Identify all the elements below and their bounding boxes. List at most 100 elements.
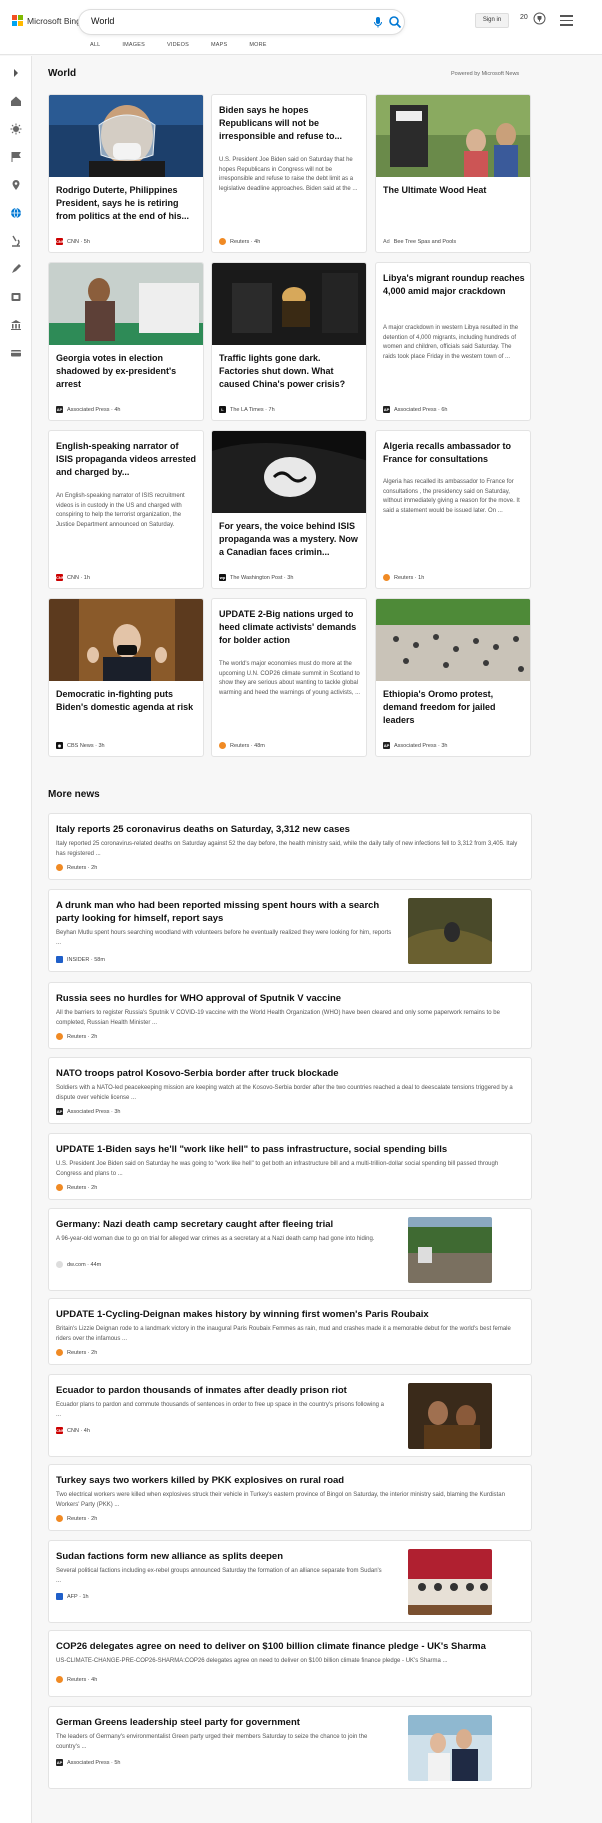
news-card[interactable]: Ethiopia's Oromo protest, demand freedom… — [375, 598, 531, 757]
card-snippet: Algeria has recalled its ambassador to F… — [383, 479, 520, 514]
news-snippet: Ecuador plans to pardon and commute thou… — [56, 1402, 385, 1418]
news-title[interactable]: UPDATE 1-Cycling-Deignan makes history b… — [56, 1308, 429, 1321]
card-snippet: An English-speaking narrator of ISIS rec… — [56, 493, 185, 528]
news-item[interactable]: A drunk man who had been reported missin… — [48, 889, 532, 972]
biden-photo — [49, 599, 203, 681]
news-title[interactable]: A drunk man who had been reported missin… — [56, 899, 396, 925]
news-card[interactable]: Libya's migrant roundup reaches 4,000 am… — [375, 262, 531, 421]
card-snippet: The world's major economies must do more… — [219, 661, 361, 696]
sports-rocket-icon[interactable] — [10, 262, 22, 274]
entertainment-film-icon[interactable] — [10, 290, 22, 302]
rewards-count[interactable]: 20 — [520, 14, 528, 21]
business-bank-icon[interactable] — [10, 318, 22, 330]
news-card[interactable]: Georgia votes in election shadowed by ex… — [48, 262, 204, 421]
news-title[interactable]: Sudan factions form new alliance as spli… — [56, 1550, 396, 1563]
home-icon[interactable] — [10, 94, 22, 106]
search-box[interactable]: World — [79, 10, 404, 34]
card-title[interactable]: The Ultimate Wood Heat — [383, 184, 525, 197]
news-item[interactable]: German Greens leadership steel party for… — [48, 1706, 532, 1789]
news-card[interactable]: Biden says he hopes Republicans will not… — [211, 94, 367, 253]
card-title[interactable]: Biden says he hopes Republicans will not… — [219, 104, 361, 143]
ap-logo-icon: AP — [56, 1759, 63, 1766]
search-icon[interactable] — [388, 15, 402, 29]
reuters-logo-icon — [219, 742, 226, 749]
scope-all[interactable]: ALL — [90, 42, 100, 48]
science-microscope-icon[interactable] — [10, 234, 22, 247]
card-source: Reuters · 1h — [383, 574, 424, 581]
card-title[interactable]: UPDATE 2-Big nations urged to heed clima… — [219, 608, 361, 647]
news-title[interactable]: COP26 delegates agree on need to deliver… — [56, 1640, 486, 1653]
local-pin-icon[interactable] — [10, 178, 22, 190]
expand-chevron-icon[interactable] — [10, 66, 22, 78]
cbs-logo-icon: ◉ — [56, 742, 63, 749]
menu-icon[interactable] — [560, 15, 573, 26]
world-globe-icon[interactable] — [10, 206, 22, 219]
news-card[interactable]: For years, the voice behind ISIS propaga… — [211, 430, 367, 589]
news-item[interactable]: UPDATE 1-Biden says he'll "work like hel… — [48, 1133, 532, 1200]
afp-logo-icon — [56, 1593, 63, 1600]
georgia-vote-photo — [49, 263, 203, 345]
news-item[interactable]: Ecuador to pardon thousands of inmates a… — [48, 1374, 532, 1457]
card-title[interactable]: Rodrigo Duterte, Philippines President, … — [56, 184, 198, 223]
card-title[interactable]: Ethiopia's Oromo protest, demand freedom… — [383, 688, 525, 727]
news-title[interactable]: NATO troops patrol Kosovo-Serbia border … — [56, 1067, 339, 1080]
scope-images[interactable]: IMAGES — [122, 42, 145, 48]
news-title[interactable]: German Greens leadership steel party for… — [56, 1716, 396, 1729]
news-card[interactable]: Democratic in-fighting puts Biden's dome… — [48, 598, 204, 757]
card-source: L The LA Times · 7h — [219, 406, 275, 413]
coronavirus-icon[interactable] — [10, 122, 22, 135]
news-title[interactable]: Germany: Nazi death camp secretary caugh… — [56, 1218, 396, 1231]
card-title[interactable]: Algeria recalls ambassador to France for… — [383, 440, 525, 466]
news-card[interactable]: Algeria recalls ambassador to France for… — [375, 430, 531, 589]
money-card-icon[interactable] — [10, 346, 22, 358]
news-snippet: Britain's Lizzie Deignan rode to a landm… — [56, 1326, 511, 1342]
news-snippet: The leaders of Germany's environmentalis… — [56, 1734, 368, 1750]
news-snippet: US-CLIMATE-CHANGE-PRE-COP26-SHARMA:COP26… — [56, 1658, 448, 1664]
us-flag-icon[interactable] — [10, 150, 22, 162]
news-item[interactable]: COP26 delegates agree on need to deliver… — [48, 1630, 532, 1697]
news-card[interactable]: Traffic lights gone dark. Factories shut… — [211, 262, 367, 421]
ap-logo-icon: AP — [56, 406, 63, 413]
card-title[interactable]: For years, the voice behind ISIS propaga… — [219, 520, 361, 559]
news-card[interactable]: English-speaking narrator of ISIS propag… — [48, 430, 204, 589]
rewards-trophy-icon[interactable] — [533, 12, 546, 25]
ad-card[interactable]: The Ultimate Wood Heat Ad Bee Tree Spas a… — [375, 94, 531, 253]
more-news-title: More news — [48, 789, 100, 800]
news-title[interactable]: Turkey says two workers killed by PKK ex… — [56, 1474, 344, 1487]
card-title[interactable]: Libya's migrant roundup reaches 4,000 am… — [383, 272, 525, 298]
news-title[interactable]: Ecuador to pardon thousands of inmates a… — [56, 1384, 396, 1397]
card-title[interactable]: English-speaking narrator of ISIS propag… — [56, 440, 198, 479]
card-title[interactable]: Georgia votes in election shadowed by ex… — [56, 352, 198, 391]
news-title[interactable]: UPDATE 1-Biden says he'll "work like hel… — [56, 1143, 447, 1156]
news-item[interactable]: NATO troops patrol Kosovo-Serbia border … — [48, 1057, 532, 1124]
brand-name: Microsoft Bing — [27, 15, 81, 26]
news-item[interactable]: UPDATE 1-Cycling-Deignan makes history b… — [48, 1298, 532, 1365]
news-item[interactable]: Italy reports 25 coronavirus deaths on S… — [48, 813, 532, 880]
card-source: CNN CNN · 5h — [56, 238, 90, 245]
search-input[interactable]: World — [91, 16, 114, 26]
news-item[interactable]: Sudan factions form new alliance as spli… — [48, 1540, 532, 1623]
scope-more[interactable]: MORE — [249, 42, 266, 48]
news-title[interactable]: Italy reports 25 coronavirus deaths on S… — [56, 823, 350, 836]
bing-logo[interactable]: Microsoft Bing — [12, 15, 81, 26]
reuters-logo-icon — [56, 1033, 63, 1040]
left-rail — [0, 56, 32, 1823]
microphone-icon[interactable] — [371, 15, 385, 29]
card-source: AP Associated Press · 4h — [56, 406, 121, 413]
scope-maps[interactable]: MAPS — [211, 42, 227, 48]
microsoft-logo-icon — [12, 15, 23, 26]
card-title[interactable]: Democratic in-fighting puts Biden's dome… — [56, 688, 198, 714]
sign-in-button[interactable]: Sign in — [475, 13, 509, 28]
news-source: Reuters · 2h — [56, 1033, 97, 1040]
news-item[interactable]: Russia sees no hurdles for WHO approval … — [48, 982, 532, 1049]
card-title[interactable]: Traffic lights gone dark. Factories shut… — [219, 352, 361, 391]
news-item[interactable]: Turkey says two workers killed by PKK ex… — [48, 1464, 532, 1531]
reuters-logo-icon — [219, 238, 226, 245]
news-item[interactable]: Germany: Nazi death camp secretary caugh… — [48, 1208, 532, 1291]
news-title[interactable]: Russia sees no hurdles for WHO approval … — [56, 992, 341, 1005]
news-source: INSIDER · 58m — [56, 956, 105, 963]
news-snippet: Several political factions including ex-… — [56, 1568, 382, 1584]
news-card[interactable]: UPDATE 2-Big nations urged to heed clima… — [211, 598, 367, 757]
news-card[interactable]: Rodrigo Duterte, Philippines President, … — [48, 94, 204, 253]
scope-videos[interactable]: VIDEOS — [167, 42, 189, 48]
